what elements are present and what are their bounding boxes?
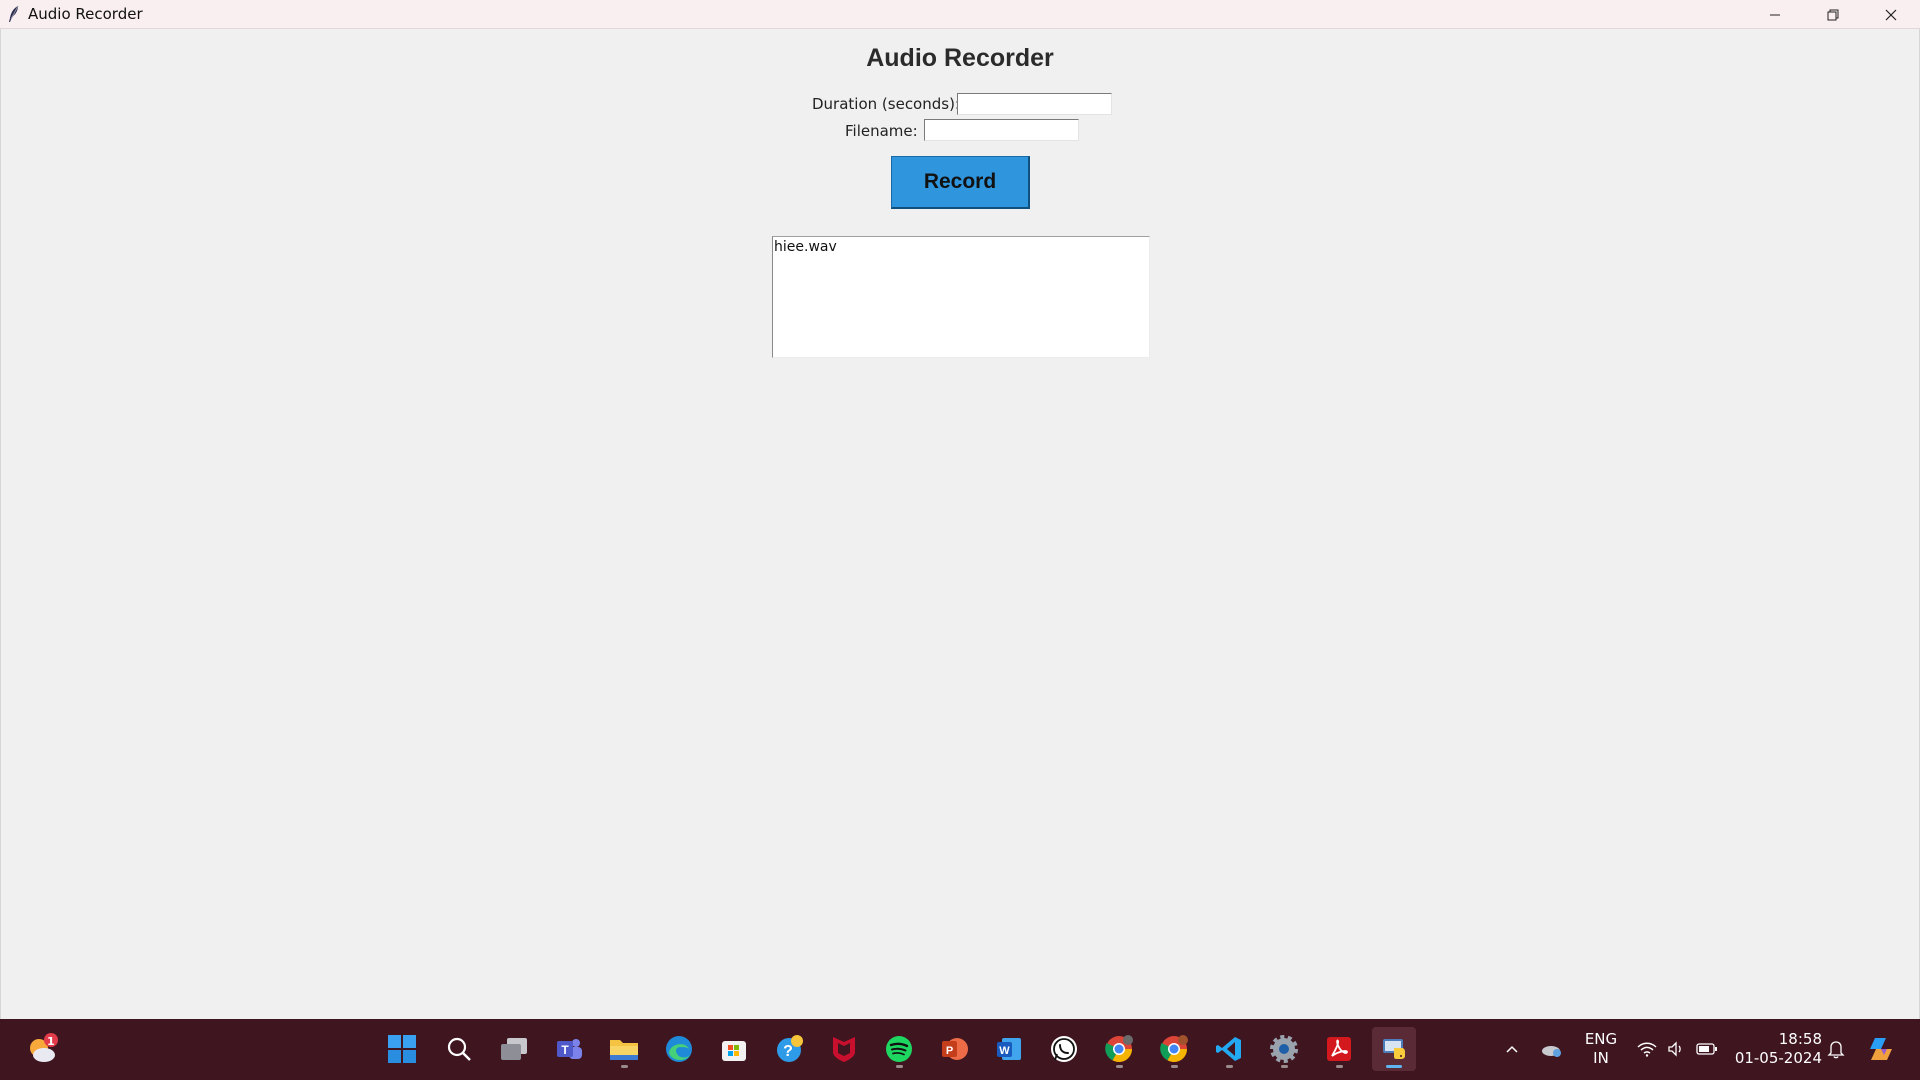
restore-icon: [1827, 9, 1839, 20]
onedrive-tray[interactable]: [1540, 1037, 1564, 1061]
duration-label: Duration (seconds):: [812, 95, 960, 113]
minimize-icon: [1770, 14, 1780, 15]
chrome-icon: [1105, 1035, 1133, 1063]
python-app[interactable]: [1372, 1027, 1416, 1071]
wifi-icon: [1637, 1042, 1657, 1057]
filename-label: Filename:: [845, 122, 918, 140]
chrome-app[interactable]: [1097, 1027, 1141, 1071]
svg-text:W: W: [999, 1045, 1010, 1057]
start-button[interactable]: [380, 1027, 424, 1071]
whatsapp-icon: [1051, 1036, 1077, 1062]
bell-icon: [1827, 1041, 1845, 1059]
language-code: ENG: [1584, 1030, 1618, 1048]
wifi-tray[interactable]: [1635, 1037, 1659, 1061]
svg-text:P: P: [946, 1045, 953, 1057]
copilot-icon: [1870, 1038, 1892, 1060]
show-hidden-icons-button[interactable]: [1500, 1037, 1524, 1061]
clock-date: 01-05-2024: [1734, 1049, 1822, 1067]
duration-input[interactable]: [957, 93, 1112, 115]
powerpoint-app[interactable]: P: [932, 1027, 976, 1071]
input-language[interactable]: ENG IN: [1582, 1030, 1620, 1068]
speaker-icon: [1668, 1041, 1681, 1057]
clock-time: 18:58: [1778, 1030, 1822, 1048]
spotify-app[interactable]: [877, 1027, 921, 1071]
teams-icon: T: [557, 1039, 582, 1059]
gear-icon: [1270, 1035, 1298, 1063]
chrome-icon: [1160, 1035, 1188, 1063]
window-titlebar[interactable]: Audio Recorder: [0, 0, 1920, 29]
acrobat-app[interactable]: [1317, 1027, 1361, 1071]
spotify-icon: [886, 1036, 912, 1062]
svg-text:?: ?: [783, 1043, 793, 1060]
svg-text:T: T: [561, 1043, 569, 1057]
region-code: IN: [1593, 1049, 1609, 1067]
weather-badge: 1: [47, 1035, 55, 1048]
help-icon: ?: [777, 1035, 803, 1062]
close-button[interactable]: [1862, 0, 1920, 29]
search-icon: [447, 1037, 471, 1061]
whatsapp-app[interactable]: [1042, 1027, 1086, 1071]
chevron-up-icon: [1506, 1045, 1518, 1053]
vscode-app[interactable]: [1207, 1027, 1251, 1071]
minimize-button[interactable]: [1746, 0, 1804, 29]
word-app[interactable]: W: [987, 1027, 1031, 1071]
windows-logo-icon: [388, 1035, 416, 1063]
mcafee-shield-icon: [833, 1037, 855, 1062]
tk-feather-icon: [0, 0, 28, 29]
teams-app[interactable]: T: [547, 1027, 591, 1071]
get-help-app[interactable]: ?: [768, 1027, 812, 1071]
edge-app[interactable]: [657, 1027, 701, 1071]
edge-icon: [666, 1036, 692, 1062]
weather-widget[interactable]: 1: [20, 1027, 64, 1071]
vscode-icon: [1216, 1037, 1241, 1061]
close-icon: [1885, 9, 1897, 20]
folder-icon: [610, 1040, 638, 1060]
powerpoint-icon: P: [942, 1038, 968, 1060]
restore-button[interactable]: [1804, 0, 1862, 29]
copilot-button[interactable]: [1866, 1034, 1896, 1064]
task-view-button[interactable]: [492, 1027, 536, 1071]
settings-app[interactable]: [1262, 1027, 1306, 1071]
word-icon: W: [997, 1038, 1021, 1060]
notifications-button[interactable]: [1824, 1037, 1848, 1061]
app-window: Audio Recorder Duration (seconds): Filen…: [0, 29, 1920, 1019]
filename-input[interactable]: [924, 119, 1079, 141]
battery-icon: [1696, 1043, 1717, 1055]
store-app[interactable]: [712, 1027, 756, 1071]
output-textbox[interactable]: hiee.wav: [772, 236, 1150, 358]
file-explorer-app[interactable]: [602, 1027, 646, 1071]
record-button[interactable]: Record: [891, 156, 1030, 209]
cloud-icon: [1542, 1046, 1561, 1057]
mcafee-app[interactable]: [822, 1027, 866, 1071]
task-view-icon: [501, 1038, 527, 1060]
battery-tray[interactable]: [1695, 1037, 1719, 1061]
chrome-profile-app[interactable]: [1152, 1027, 1196, 1071]
clock[interactable]: 18:58 01-05-2024: [1732, 1030, 1822, 1068]
app-heading: Audio Recorder: [866, 44, 1054, 72]
window-title: Audio Recorder: [28, 5, 143, 23]
acrobat-icon: [1327, 1037, 1351, 1061]
search-button[interactable]: [437, 1027, 481, 1071]
taskbar: 1 T ? P W ENG IN 18:58 01-05-2024: [0, 1019, 1920, 1080]
volume-tray[interactable]: [1664, 1037, 1688, 1061]
store-icon: [722, 1041, 746, 1061]
python-icon: [1383, 1039, 1405, 1059]
